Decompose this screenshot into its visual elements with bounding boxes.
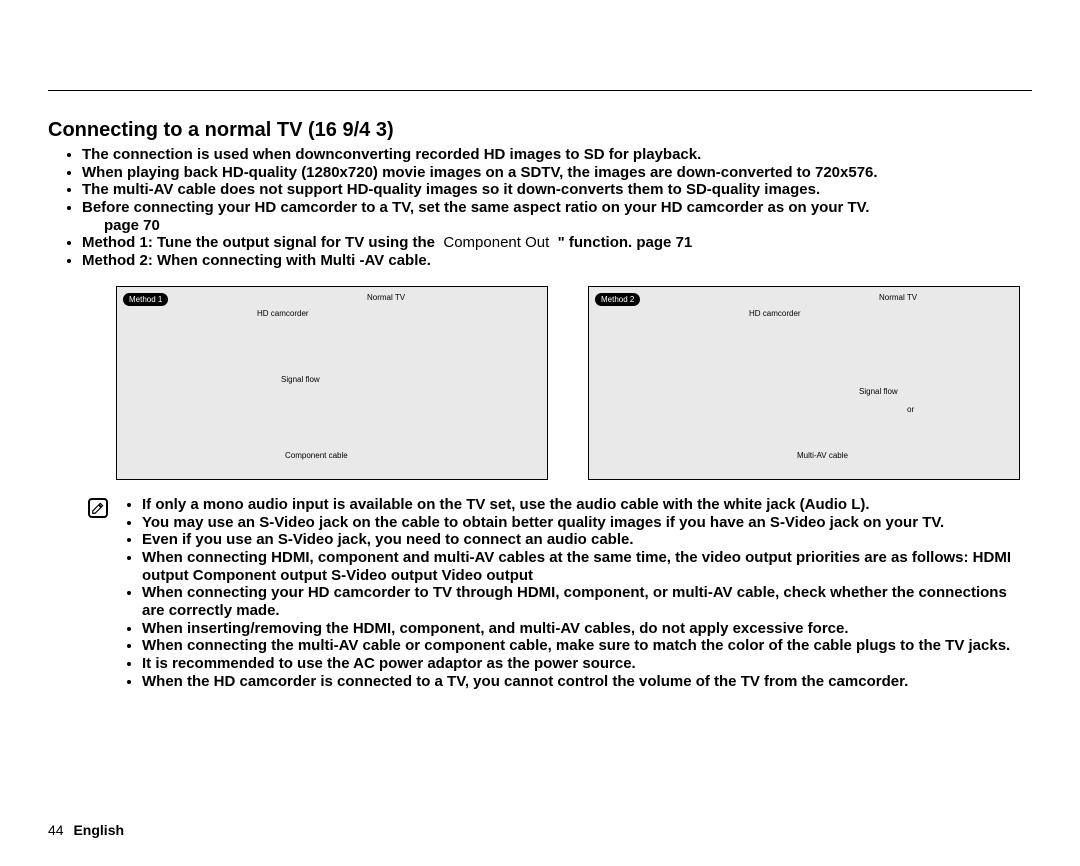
page-number: 44 bbox=[48, 822, 64, 838]
component-out-label: Component Out bbox=[439, 234, 553, 251]
method-badge: Method 2 bbox=[595, 293, 640, 306]
note-item: It is recommended to use the AC power ad… bbox=[142, 655, 1032, 673]
bullet-item: Method 1: Tune the output signal for TV … bbox=[82, 234, 1032, 252]
label-normal-tv: Normal TV bbox=[367, 293, 405, 302]
note-item: When connecting the multi-AV cable or co… bbox=[142, 637, 1032, 655]
label-hd-camcorder: HD camcorder bbox=[257, 309, 309, 318]
note-item: When the HD camcorder is connected to a … bbox=[142, 673, 1032, 691]
bullet-item: The multi-AV cable does not support HD-q… bbox=[82, 181, 1032, 199]
label-or: or bbox=[907, 405, 914, 414]
note-item: You may use an S-Video jack on the cable… bbox=[142, 514, 1032, 532]
page-ref: page 70 bbox=[104, 217, 1032, 235]
manual-page: Connecting to a normal TV (16 9/4 3) The… bbox=[0, 0, 1080, 866]
diagram-method-1: Method 1 Normal TV HD camcorder Signal f… bbox=[116, 286, 548, 480]
bullet-text: Method 1: Tune the output signal for TV … bbox=[82, 234, 435, 251]
diagram-method-2: Method 2 Normal TV HD camcorder Signal f… bbox=[588, 286, 1020, 480]
page-footer: 44 English bbox=[48, 822, 124, 838]
bullet-item: Method 2: When connecting with Multi -AV… bbox=[82, 252, 1032, 270]
note-item: When inserting/removing the HDMI, compon… bbox=[142, 620, 1032, 638]
notes-list: If only a mono audio input is available … bbox=[118, 496, 1032, 691]
label-multi-av-cable: Multi-AV cable bbox=[797, 451, 848, 460]
pencil-icon bbox=[91, 501, 105, 515]
bullet-item: The connection is used when downconverti… bbox=[82, 146, 1032, 164]
label-normal-tv: Normal TV bbox=[879, 293, 917, 302]
bullet-text: " function. page 71 bbox=[558, 234, 693, 251]
note-item: Even if you use an S-Video jack, you nee… bbox=[142, 531, 1032, 549]
label-component-cable: Component cable bbox=[285, 451, 348, 460]
label-hd-camcorder: HD camcorder bbox=[749, 309, 801, 318]
intro-bullet-list: The connection is used when downconverti… bbox=[48, 146, 1032, 270]
note-item: If only a mono audio input is available … bbox=[142, 496, 1032, 514]
diagram-row: Method 1 Normal TV HD camcorder Signal f… bbox=[104, 286, 1032, 480]
bullet-item: Before connecting your HD camcorder to a… bbox=[82, 199, 1032, 234]
label-signal-flow: Signal flow bbox=[281, 375, 320, 384]
bullet-text: The multi-AV cable does not support HD-q… bbox=[82, 181, 820, 198]
bullet-item: When playing back HD-quality (1280x720) … bbox=[82, 164, 1032, 182]
top-rule bbox=[48, 90, 1032, 91]
section-heading: Connecting to a normal TV (16 9/4 3) bbox=[48, 119, 1032, 142]
notes-section: If only a mono audio input is available … bbox=[48, 496, 1032, 691]
bullet-text: Before connecting your HD camcorder to a… bbox=[82, 199, 869, 216]
language-label: English bbox=[73, 822, 124, 838]
bullet-text: When playing back HD-quality (1280x720) … bbox=[82, 164, 878, 181]
note-icon bbox=[88, 498, 108, 518]
method-badge: Method 1 bbox=[123, 293, 168, 306]
bullet-text: Method 2: When connecting with Multi -AV… bbox=[82, 252, 431, 269]
note-item: When connecting HDMI, component and mult… bbox=[142, 549, 1032, 584]
bullet-text: The connection is used when downconverti… bbox=[82, 146, 701, 163]
label-signal-flow: Signal flow bbox=[859, 387, 898, 396]
note-item: When connecting your HD camcorder to TV … bbox=[142, 584, 1032, 619]
